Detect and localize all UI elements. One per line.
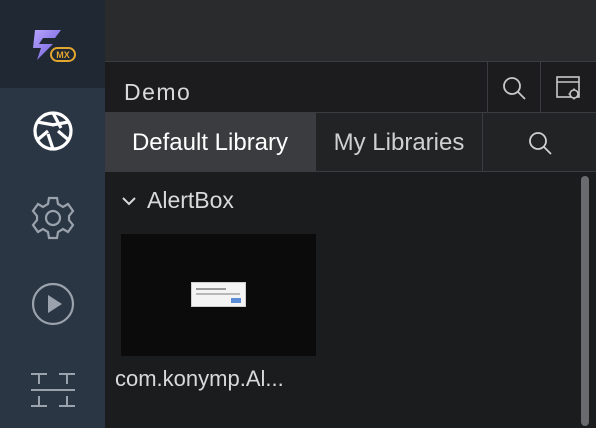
- rail-item-library[interactable]: [0, 88, 105, 174]
- panel-title: Demo: [124, 79, 192, 105]
- gear-icon: [31, 196, 74, 240]
- aperture-icon: [32, 111, 73, 151]
- tab-default-library[interactable]: Default Library: [105, 113, 315, 172]
- search-icon: [528, 131, 552, 155]
- logo-badge: MX: [56, 50, 70, 60]
- left-rail: MX: [0, 0, 105, 428]
- panel-search-button[interactable]: [487, 62, 540, 113]
- play-icon: [31, 282, 74, 326]
- rail-item-settings[interactable]: [0, 175, 105, 261]
- library-content: AlertBox com.konymp.Al...: [105, 172, 596, 428]
- top-bar: [105, 0, 596, 61]
- panel-settings-button[interactable]: [540, 62, 596, 113]
- group-header-alertbox[interactable]: AlertBox: [121, 187, 234, 214]
- group-label: AlertBox: [147, 187, 234, 213]
- app-window: MX Demo Default Library My Libraries Ale…: [0, 0, 596, 428]
- component-thumbnail[interactable]: [121, 234, 316, 356]
- library-tabs: Default Library My Libraries: [105, 112, 596, 172]
- mx-logo-icon: MX: [32, 30, 76, 62]
- scrollbar[interactable]: [581, 176, 589, 426]
- alert-preview-image: [191, 282, 246, 307]
- rail-item-preview[interactable]: [0, 261, 105, 347]
- split-icon: [30, 373, 75, 407]
- panel-title-bar: Demo: [105, 61, 596, 113]
- rail-item-layout[interactable]: [0, 347, 105, 428]
- app-logo: MX: [0, 0, 105, 88]
- tab-label: My Libraries: [333, 128, 465, 156]
- search-icon: [503, 76, 526, 100]
- tab-my-libraries[interactable]: My Libraries: [316, 113, 482, 172]
- tab-label: Default Library: [131, 128, 289, 156]
- window-settings-icon: [555, 75, 580, 99]
- component-label[interactable]: com.konymp.Al...: [115, 366, 325, 392]
- chevron-down-icon: [122, 196, 136, 205]
- library-search-button[interactable]: [483, 113, 596, 172]
